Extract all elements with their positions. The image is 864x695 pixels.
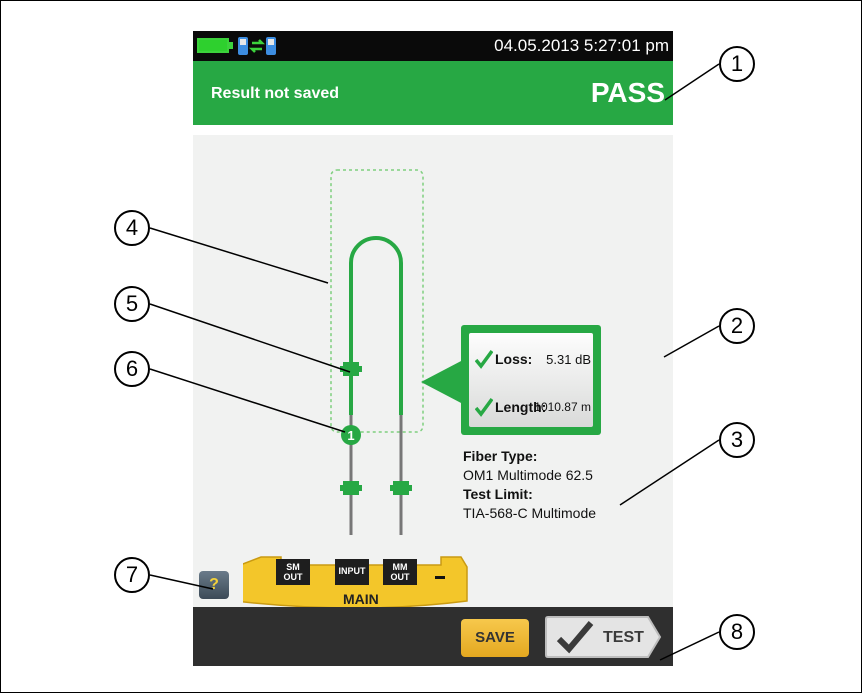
callout-marker-5: 5 bbox=[114, 286, 150, 322]
callout-marker-6: 6 bbox=[114, 351, 150, 387]
callout-marker-4: 4 bbox=[114, 210, 150, 246]
callout-marker-3: 3 bbox=[719, 422, 755, 458]
callout-marker-2: 2 bbox=[719, 308, 755, 344]
callout-marker-1: 1 bbox=[719, 46, 755, 82]
callout-marker-7: 7 bbox=[114, 557, 150, 593]
callout-marker-8: 8 bbox=[719, 614, 755, 650]
